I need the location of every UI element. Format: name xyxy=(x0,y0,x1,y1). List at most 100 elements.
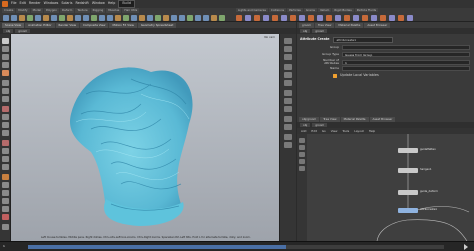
lsystem-tool-icon[interactable] xyxy=(115,14,121,21)
menu-view[interactable]: View xyxy=(331,129,338,133)
menu-window[interactable]: Window xyxy=(92,2,105,6)
network-tool-icon[interactable] xyxy=(299,145,305,150)
curve-tool-icon[interactable] xyxy=(67,14,73,21)
torus-tool-icon[interactable] xyxy=(27,14,33,21)
menu-render[interactable]: Render xyxy=(29,2,41,6)
tool-icon[interactable] xyxy=(2,164,9,170)
shelf-tab[interactable]: Particles xyxy=(287,8,303,12)
param-input[interactable] xyxy=(342,45,470,50)
camera-menu[interactable]: No cam xyxy=(264,36,275,39)
current-frame[interactable]: 1 xyxy=(3,245,5,248)
view-tool-icon[interactable] xyxy=(2,88,9,94)
tool-icon[interactable] xyxy=(187,14,193,21)
network-tool-icon[interactable] xyxy=(299,159,305,164)
display-option-icon[interactable] xyxy=(284,80,292,86)
circle-tool-icon[interactable] xyxy=(59,14,65,21)
gi-light-tool-icon[interactable] xyxy=(317,14,323,21)
display-option-icon[interactable] xyxy=(284,64,292,70)
shelf-tab[interactable]: Particle Fluids xyxy=(354,8,379,12)
network-node[interactable] xyxy=(398,148,418,153)
null-tool-icon[interactable] xyxy=(43,14,49,21)
tool-icon[interactable] xyxy=(2,182,9,188)
camera-tool-icon[interactable] xyxy=(236,14,242,21)
menu-help[interactable]: Help xyxy=(369,129,375,133)
shelf-tab[interactable]: Collisions xyxy=(268,8,287,12)
tool-icon[interactable] xyxy=(2,198,9,204)
tool-icon[interactable] xyxy=(2,130,9,136)
switcher-tool-icon[interactable] xyxy=(371,14,377,21)
display-option-icon[interactable] xyxy=(284,142,292,148)
network-node[interactable] xyxy=(398,190,418,195)
spray-paint-tool-icon[interactable] xyxy=(91,14,97,21)
tool-icon[interactable] xyxy=(195,14,201,21)
param-dropdown[interactable]: Guess from Group xyxy=(342,52,470,57)
select-tool-icon[interactable] xyxy=(2,38,9,44)
display-option-icon[interactable] xyxy=(284,72,292,78)
env-light-tool-icon[interactable] xyxy=(299,14,305,21)
tool-icon[interactable] xyxy=(407,14,413,21)
network-tool-icon[interactable] xyxy=(299,166,305,171)
tool-icon[interactable] xyxy=(2,174,9,180)
display-option-icon[interactable] xyxy=(284,90,292,96)
path-chip[interactable]: obj xyxy=(3,29,14,33)
menu-help[interactable]: Help xyxy=(108,2,116,6)
menu-solaris[interactable]: Solaris xyxy=(61,2,72,6)
menu-go[interactable]: Go xyxy=(322,129,326,133)
font-tool-icon[interactable] xyxy=(99,14,105,21)
shelf-tab[interactable]: Rigid Bodies xyxy=(332,8,354,12)
network-node-selected[interactable] xyxy=(398,208,418,213)
tool-icon[interactable] xyxy=(2,206,9,212)
tool-icon[interactable] xyxy=(139,14,145,21)
tool-icon[interactable] xyxy=(163,14,169,21)
menu-redshift[interactable]: Redshift xyxy=(75,2,88,6)
menu-add[interactable]: Add xyxy=(301,129,306,133)
shelf-tab[interactable]: Vellum xyxy=(317,8,332,12)
tool-icon[interactable] xyxy=(171,14,177,21)
param-input[interactable]: 1 xyxy=(342,59,470,65)
sphere-tool-icon[interactable] xyxy=(11,14,17,21)
menu-tools[interactable]: Tools xyxy=(342,129,349,133)
menu-file[interactable]: File xyxy=(11,2,17,6)
node-name-field[interactable]: attribcreate1 xyxy=(333,37,394,43)
display-option-icon[interactable] xyxy=(284,98,292,104)
draw-curve-tool-icon[interactable] xyxy=(75,14,81,21)
tool-icon[interactable] xyxy=(179,14,185,21)
sky-light-tool-icon[interactable] xyxy=(308,14,314,21)
box-tool-icon[interactable] xyxy=(3,14,9,21)
tool-icon[interactable] xyxy=(155,14,161,21)
display-option-icon[interactable] xyxy=(284,116,292,122)
point-light-tool-icon[interactable] xyxy=(245,14,251,21)
display-option-icon[interactable] xyxy=(284,46,292,52)
caustic-light-tool-icon[interactable] xyxy=(326,14,332,21)
menu-windows[interactable]: Windows xyxy=(44,2,59,6)
handle-tool-icon[interactable] xyxy=(2,70,9,76)
update-locals-checkbox[interactable] xyxy=(333,74,337,78)
volume-light-tool-icon[interactable] xyxy=(281,14,287,21)
shelf-tab[interactable]: Lights and Cameras xyxy=(236,8,268,12)
spot-light-tool-icon[interactable] xyxy=(254,14,260,21)
tube-tool-icon[interactable] xyxy=(19,14,25,21)
tool-icon[interactable] xyxy=(219,14,225,21)
display-option-icon[interactable] xyxy=(284,54,292,60)
grid-tool-icon[interactable] xyxy=(35,14,41,21)
houdini-logo-icon[interactable] xyxy=(2,1,8,7)
rotate-tool-icon[interactable] xyxy=(2,54,9,60)
play-icon[interactable] xyxy=(464,244,468,250)
network-node[interactable] xyxy=(398,168,418,173)
tool-icon[interactable] xyxy=(2,122,9,128)
tool-icon[interactable] xyxy=(2,140,9,146)
display-option-icon[interactable] xyxy=(284,38,292,44)
tool-icon[interactable] xyxy=(211,14,217,21)
portal-light-tool-icon[interactable] xyxy=(335,14,341,21)
path-chip[interactable]: groom xyxy=(15,29,31,33)
tool-icon[interactable] xyxy=(2,148,9,154)
timeline[interactable]: 1 xyxy=(0,241,474,251)
tool-icon[interactable] xyxy=(203,14,209,21)
path-chip[interactable]: groom xyxy=(312,29,328,33)
file-tool-icon[interactable] xyxy=(131,14,137,21)
tool-icon[interactable] xyxy=(2,190,9,196)
tool-icon[interactable] xyxy=(2,224,9,230)
scene-viewport[interactable]: No cam Left mouse tumbles. Middle pans. … xyxy=(11,34,279,241)
timeline-bar[interactable] xyxy=(28,245,444,249)
path-tool-icon[interactable] xyxy=(83,14,89,21)
